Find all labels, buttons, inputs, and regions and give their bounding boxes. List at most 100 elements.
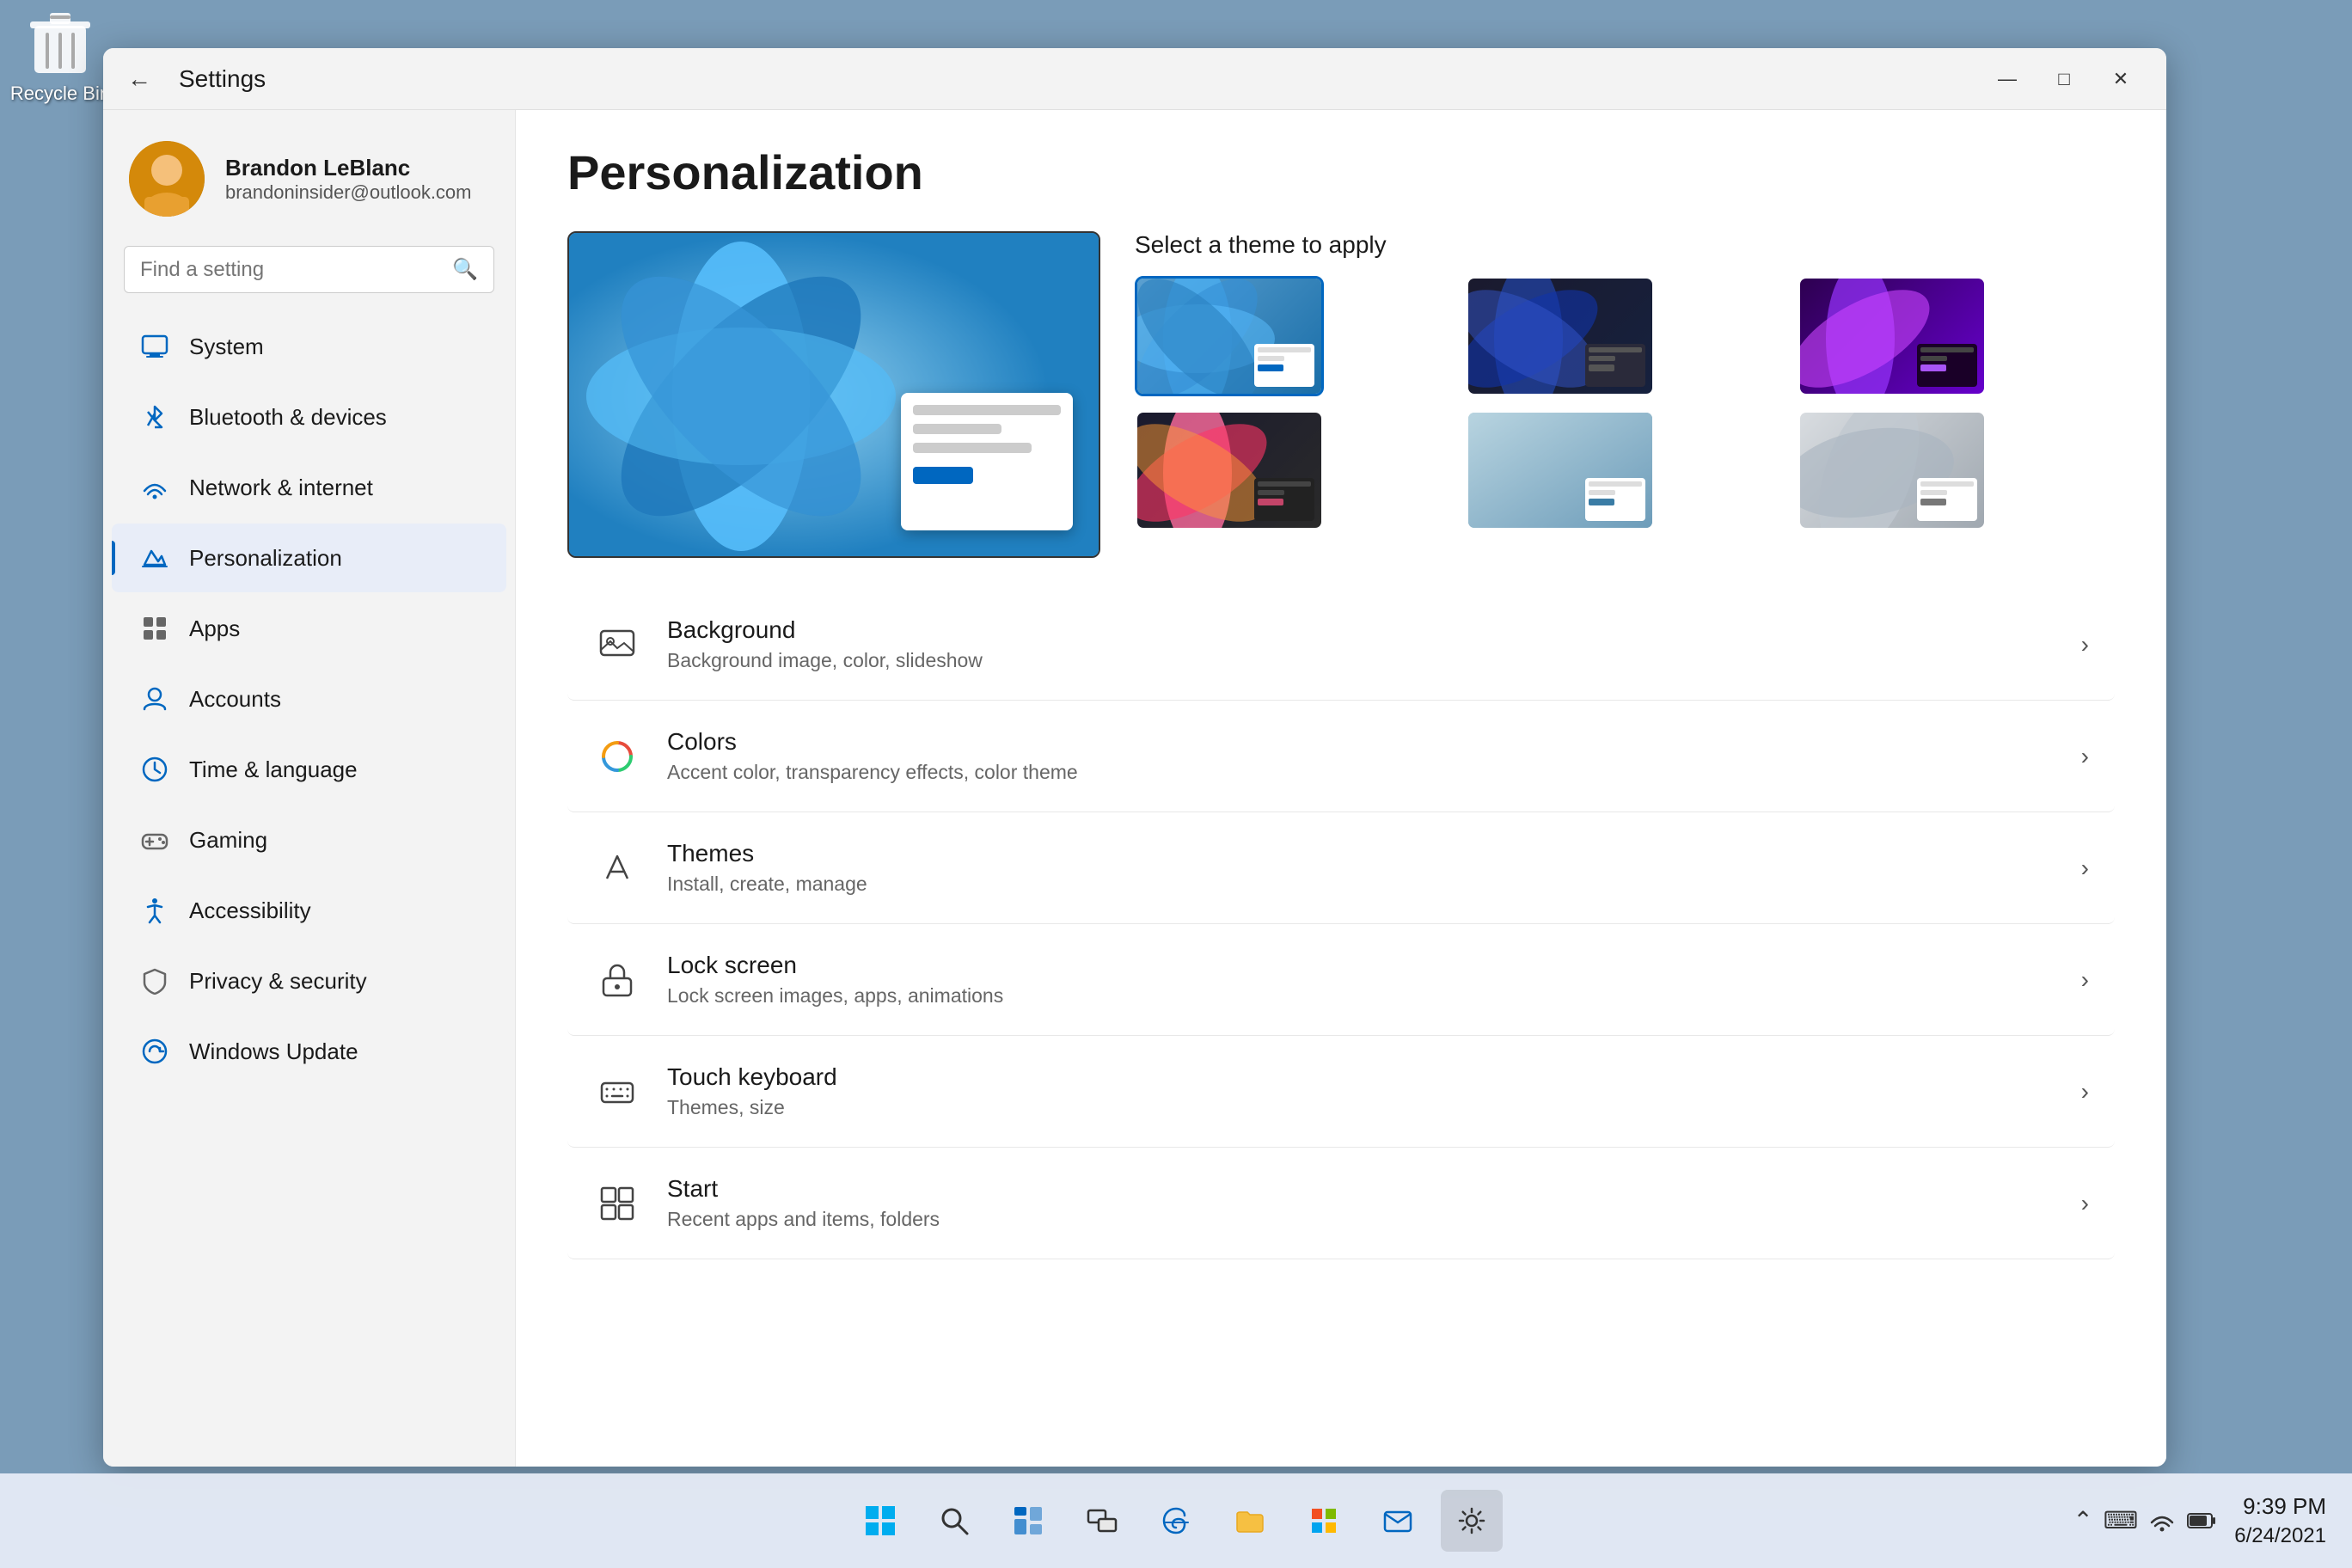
theme-preview-mini-window: [901, 393, 1073, 530]
sidebar-item-accounts-label: Accounts: [189, 686, 281, 713]
battery-icon: [2186, 1507, 2217, 1534]
sidebar-item-accessibility[interactable]: Accessibility: [112, 876, 506, 945]
wifi-icon: [2148, 1507, 2176, 1534]
sidebar-item-personalization[interactable]: Personalization: [112, 524, 506, 592]
privacy-icon: [138, 964, 172, 998]
sidebar-item-privacy[interactable]: Privacy & security: [112, 946, 506, 1015]
sidebar-item-accessibility-label: Accessibility: [189, 897, 311, 924]
background-icon: [593, 621, 641, 669]
background-desc: Background image, color, slideshow: [667, 649, 2081, 672]
settings-window: ← Settings — □ ✕: [103, 48, 2166, 1467]
taskbar-multitask[interactable]: [1071, 1490, 1133, 1552]
sidebar-item-network-label: Network & internet: [189, 475, 373, 501]
taskbar-right: ⌃ ⌨ 9:39 PM 6/24/2021: [2073, 1491, 2326, 1551]
taskbar-explorer[interactable]: [1219, 1490, 1281, 1552]
sidebar-item-time[interactable]: Time & language: [112, 735, 506, 804]
window-controls: — □ ✕: [1979, 58, 2149, 101]
settings-item-start[interactable]: Start Recent apps and items, folders ›: [567, 1148, 2115, 1259]
accounts-icon: [138, 682, 172, 716]
touchkeyboard-title: Touch keyboard: [667, 1063, 2081, 1091]
sidebar-nav: System Bluetooth & devices N: [103, 310, 515, 1087]
sidebar-item-bluetooth-label: Bluetooth & devices: [189, 404, 387, 431]
settings-item-background[interactable]: Background Background image, color, slid…: [567, 589, 2115, 701]
theme-card-light[interactable]: [1135, 276, 1324, 396]
gaming-icon: [138, 823, 172, 857]
start-button[interactable]: [849, 1490, 911, 1552]
system-tray-expand[interactable]: ⌃: [2073, 1506, 2092, 1534]
start-chevron: ›: [2081, 1190, 2089, 1217]
theme-section: Select a theme to apply: [567, 231, 2115, 558]
sidebar-item-personalization-label: Personalization: [189, 545, 342, 572]
themes-desc: Install, create, manage: [667, 873, 2081, 896]
colors-title: Colors: [667, 728, 2081, 756]
settings-item-colors[interactable]: Colors Accent color, transparency effect…: [567, 701, 2115, 812]
title-bar: ← Settings — □ ✕: [103, 48, 2166, 110]
minimize-button[interactable]: —: [1979, 58, 2036, 101]
taskbar-search[interactable]: [923, 1490, 985, 1552]
recycle-bin[interactable]: Recycle Bin: [9, 9, 112, 105]
settings-list: Background Background image, color, slid…: [567, 589, 2115, 1259]
sidebar-item-update[interactable]: Windows Update: [112, 1017, 506, 1086]
touchkeyboard-desc: Themes, size: [667, 1096, 2081, 1119]
theme-grid-section: Select a theme to apply: [1135, 231, 2115, 558]
user-email: brandoninsider@outlook.com: [225, 181, 472, 204]
touchkeyboard-chevron: ›: [2081, 1078, 2089, 1106]
taskbar-widgets[interactable]: [997, 1490, 1059, 1552]
colors-desc: Accent color, transparency effects, colo…: [667, 761, 2081, 784]
sidebar-item-network[interactable]: Network & internet: [112, 453, 506, 522]
sidebar-item-accounts[interactable]: Accounts: [112, 665, 506, 733]
close-button[interactable]: ✕: [2092, 58, 2149, 101]
sidebar-item-system[interactable]: System: [112, 312, 506, 381]
taskbar-settings[interactable]: [1441, 1490, 1503, 1552]
personalization-icon: [138, 541, 172, 575]
colors-chevron: ›: [2081, 743, 2089, 770]
page-title: Personalization: [567, 144, 2115, 200]
theme-card-capture[interactable]: [1466, 410, 1655, 530]
apps-icon: [138, 611, 172, 646]
maximize-button[interactable]: □: [2036, 58, 2092, 101]
taskbar-clock[interactable]: 9:39 PM 6/24/2021: [2234, 1491, 2326, 1551]
lockscreen-chevron: ›: [2081, 966, 2089, 994]
sidebar-item-gaming[interactable]: Gaming: [112, 805, 506, 874]
sidebar-item-apps[interactable]: Apps: [112, 594, 506, 663]
sidebar: Brandon LeBlanc brandoninsider@outlook.c…: [103, 110, 516, 1467]
taskbar-sys-tray[interactable]: ⌃ ⌨: [2073, 1506, 2217, 1534]
user-name: Brandon LeBlanc: [225, 155, 472, 181]
avatar-image: [129, 141, 205, 217]
theme-card-dark[interactable]: [1466, 276, 1655, 396]
touchkeyboard-icon: [593, 1068, 641, 1116]
sidebar-item-privacy-label: Privacy & security: [189, 968, 367, 995]
bluetooth-icon: [138, 400, 172, 434]
recycle-bin-label: Recycle Bin: [10, 83, 110, 105]
sidebar-item-gaming-label: Gaming: [189, 827, 267, 854]
start-desc: Recent apps and items, folders: [667, 1208, 2081, 1231]
search-input[interactable]: [140, 258, 442, 282]
theme-preview-bg: [569, 233, 1099, 556]
sidebar-item-apps-label: Apps: [189, 616, 240, 642]
settings-item-lockscreen[interactable]: Lock screen Lock screen images, apps, an…: [567, 924, 2115, 1036]
settings-item-touchkeyboard[interactable]: Touch keyboard Themes, size ›: [567, 1036, 2115, 1148]
sidebar-item-bluetooth[interactable]: Bluetooth & devices: [112, 383, 506, 451]
back-button[interactable]: ←: [120, 58, 158, 100]
network-icon: [138, 470, 172, 505]
taskbar-store[interactable]: [1293, 1490, 1355, 1552]
theme-grid-title: Select a theme to apply: [1135, 231, 2115, 259]
search-icon: 🔍: [452, 257, 478, 282]
theme-card-flow[interactable]: [1798, 410, 1987, 530]
theme-card-glow[interactable]: [1798, 276, 1987, 396]
window-title: Settings: [179, 65, 266, 93]
update-icon: [138, 1034, 172, 1069]
recycle-bin-icon: [26, 9, 95, 77]
themes-title: Themes: [667, 840, 2081, 867]
taskbar-mail[interactable]: [1367, 1490, 1429, 1552]
background-title: Background: [667, 616, 2081, 644]
desktop: Recycle Bin ← Settings — □ ✕: [0, 0, 2352, 1568]
taskbar: ⌃ ⌨ 9:39 PM 6/24/2021: [0, 1473, 2352, 1568]
lockscreen-icon: [593, 956, 641, 1004]
user-profile[interactable]: Brandon LeBlanc brandoninsider@outlook.c…: [103, 127, 515, 237]
settings-item-themes[interactable]: Themes Install, create, manage ›: [567, 812, 2115, 924]
main-content: Brandon LeBlanc brandoninsider@outlook.c…: [103, 110, 2166, 1467]
theme-card-bloom[interactable]: [1135, 410, 1324, 530]
taskbar-icons: [849, 1490, 1503, 1552]
taskbar-edge[interactable]: [1145, 1490, 1207, 1552]
